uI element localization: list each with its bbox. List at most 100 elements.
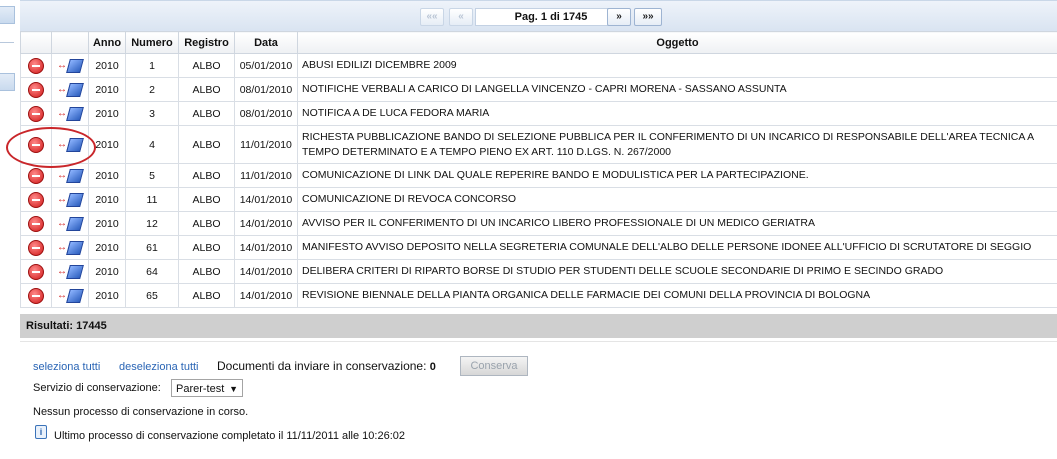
- last-page-button[interactable]: »»: [634, 8, 662, 26]
- results-count: Risultati: 17445: [20, 314, 1057, 338]
- prev-page-button[interactable]: «: [449, 8, 473, 26]
- cell-numero: 11: [126, 188, 179, 212]
- cell-anno: 2010: [89, 188, 126, 212]
- cell-numero: 12: [126, 212, 179, 236]
- remove-icon[interactable]: [28, 192, 44, 208]
- cell-oggetto: NOTIFICHE VERBALI A CARICO DI LANGELLA V…: [298, 78, 1057, 102]
- cell-numero: 65: [126, 284, 179, 308]
- cell-oggetto: RICHESTA PUBBLICAZIONE BANDO DI SELEZION…: [298, 126, 1057, 164]
- cell-registro: ALBO: [179, 54, 235, 78]
- left-panel-edge: [0, 0, 18, 458]
- cell-numero: 3: [126, 102, 179, 126]
- service-value: Parer-test: [176, 383, 224, 395]
- cell-anno: 2010: [89, 164, 126, 188]
- col-registro-header[interactable]: Registro: [179, 32, 235, 54]
- table-row[interactable]: ↔ 2010 12 ALBO 14/01/2010 AVVISO PER IL …: [21, 212, 1057, 236]
- deselect-all-link[interactable]: deseleziona tutti: [119, 361, 199, 373]
- send-icon[interactable]: ↔: [57, 106, 83, 122]
- first-page-button[interactable]: ««: [420, 8, 444, 26]
- cell-registro: ALBO: [179, 164, 235, 188]
- remove-icon[interactable]: [28, 288, 44, 304]
- cell-anno: 2010: [89, 54, 126, 78]
- documents-table: Anno Numero Registro Data Oggetto ↔ 2010…: [20, 31, 1057, 308]
- cell-registro: ALBO: [179, 236, 235, 260]
- highlight-circle: [6, 127, 96, 168]
- cell-numero: 64: [126, 260, 179, 284]
- cell-data: 14/01/2010: [235, 284, 298, 308]
- chevron-down-icon: ▼: [229, 380, 238, 398]
- send-icon[interactable]: ↔: [57, 82, 83, 98]
- send-icon[interactable]: ↔: [57, 288, 83, 304]
- cell-registro: ALBO: [179, 260, 235, 284]
- table-row[interactable]: ↔ 2010 61 ALBO 14/01/2010 MANIFESTO AVVI…: [21, 236, 1057, 260]
- cell-data: 11/01/2010: [235, 164, 298, 188]
- docs-count: 0: [430, 361, 436, 373]
- service-select[interactable]: Parer-test ▼: [171, 379, 243, 397]
- cell-data: 14/01/2010: [235, 260, 298, 284]
- send-icon[interactable]: ↔: [57, 240, 83, 256]
- cell-data: 14/01/2010: [235, 188, 298, 212]
- cell-anno: 2010: [89, 284, 126, 308]
- cell-anno: 2010: [89, 236, 126, 260]
- cell-data: 08/01/2010: [235, 102, 298, 126]
- docs-to-send: Documenti da inviare in conservazione: 0: [217, 359, 436, 373]
- remove-icon[interactable]: [28, 264, 44, 280]
- no-process-message: Nessun processo di conservazione in cors…: [33, 406, 248, 418]
- table-row[interactable]: ↔ 2010 4 ALBO 11/01/2010 RICHESTA PUBBLI…: [21, 126, 1057, 164]
- last-process-message: Ultimo processo di conservazione complet…: [54, 430, 405, 442]
- conserva-button[interactable]: Conserva: [460, 356, 528, 376]
- table-row[interactable]: ↔ 2010 64 ALBO 14/01/2010 DELIBERA CRITE…: [21, 260, 1057, 284]
- pager-bar: «« « Pag. 1 di 1745 » »»: [20, 0, 1057, 34]
- left-panel-tab[interactable]: [0, 6, 15, 24]
- cell-oggetto: MANIFESTO AVVISO DEPOSITO NELLA SEGRETER…: [298, 236, 1057, 260]
- table-row[interactable]: ↔ 2010 5 ALBO 11/01/2010 COMUNICAZIONE D…: [21, 164, 1057, 188]
- table-row[interactable]: ↔ 2010 3 ALBO 08/01/2010 NOTIFICA A DE L…: [21, 102, 1057, 126]
- cell-anno: 2010: [89, 102, 126, 126]
- main-panel: «« « Pag. 1 di 1745 » »» Anno Numero Reg…: [20, 0, 1057, 458]
- service-label: Servizio di conservazione:: [33, 382, 161, 394]
- send-icon[interactable]: ↔: [57, 192, 83, 208]
- table-row[interactable]: ↔ 2010 65 ALBO 14/01/2010 REVISIONE BIEN…: [21, 284, 1057, 308]
- cell-anno: 2010: [89, 212, 126, 236]
- table-row[interactable]: ↔ 2010 1 ALBO 05/01/2010 ABUSI EDILIZI D…: [21, 54, 1057, 78]
- cell-numero: 5: [126, 164, 179, 188]
- cell-numero: 61: [126, 236, 179, 260]
- cell-oggetto: NOTIFICA A DE LUCA FEDORA MARIA: [298, 102, 1057, 126]
- cell-data: 05/01/2010: [235, 54, 298, 78]
- send-icon[interactable]: ↔: [57, 216, 83, 232]
- cell-numero: 4: [126, 126, 179, 164]
- col-anno-header[interactable]: Anno: [89, 32, 126, 54]
- cell-numero: 1: [126, 54, 179, 78]
- cell-registro: ALBO: [179, 102, 235, 126]
- remove-icon[interactable]: [28, 168, 44, 184]
- send-icon[interactable]: ↔: [57, 264, 83, 280]
- send-icon[interactable]: ↔: [57, 58, 83, 74]
- cell-data: 08/01/2010: [235, 78, 298, 102]
- next-page-button[interactable]: »: [607, 8, 631, 26]
- cell-anno: 2010: [89, 260, 126, 284]
- remove-icon[interactable]: [28, 240, 44, 256]
- remove-icon[interactable]: [28, 106, 44, 122]
- col-send-header: [52, 32, 89, 54]
- table-row[interactable]: ↔ 2010 2 ALBO 08/01/2010 NOTIFICHE VERBA…: [21, 78, 1057, 102]
- docs-label: Documenti da inviare in conservazione:: [217, 359, 426, 373]
- remove-icon[interactable]: [28, 58, 44, 74]
- table-header-row: Anno Numero Registro Data Oggetto: [21, 32, 1057, 54]
- cell-oggetto: COMUNICAZIONE DI REVOCA CONCORSO: [298, 188, 1057, 212]
- cell-registro: ALBO: [179, 78, 235, 102]
- cell-oggetto: COMUNICAZIONE DI LINK DAL QUALE REPERIRE…: [298, 164, 1057, 188]
- remove-icon[interactable]: [28, 216, 44, 232]
- cell-registro: ALBO: [179, 284, 235, 308]
- info-icon: i: [35, 425, 47, 439]
- left-panel-tab[interactable]: [0, 73, 15, 91]
- remove-icon[interactable]: [28, 82, 44, 98]
- cell-anno: 2010: [89, 78, 126, 102]
- col-data-header[interactable]: Data: [235, 32, 298, 54]
- cell-oggetto: REVISIONE BIENNALE DELLA PIANTA ORGANICA…: [298, 284, 1057, 308]
- select-all-link[interactable]: seleziona tutti: [33, 361, 100, 373]
- cell-data: 11/01/2010: [235, 126, 298, 164]
- col-numero-header[interactable]: Numero: [126, 32, 179, 54]
- send-icon[interactable]: ↔: [57, 168, 83, 184]
- col-oggetto-header[interactable]: Oggetto: [298, 32, 1057, 54]
- table-row[interactable]: ↔ 2010 11 ALBO 14/01/2010 COMUNICAZIONE …: [21, 188, 1057, 212]
